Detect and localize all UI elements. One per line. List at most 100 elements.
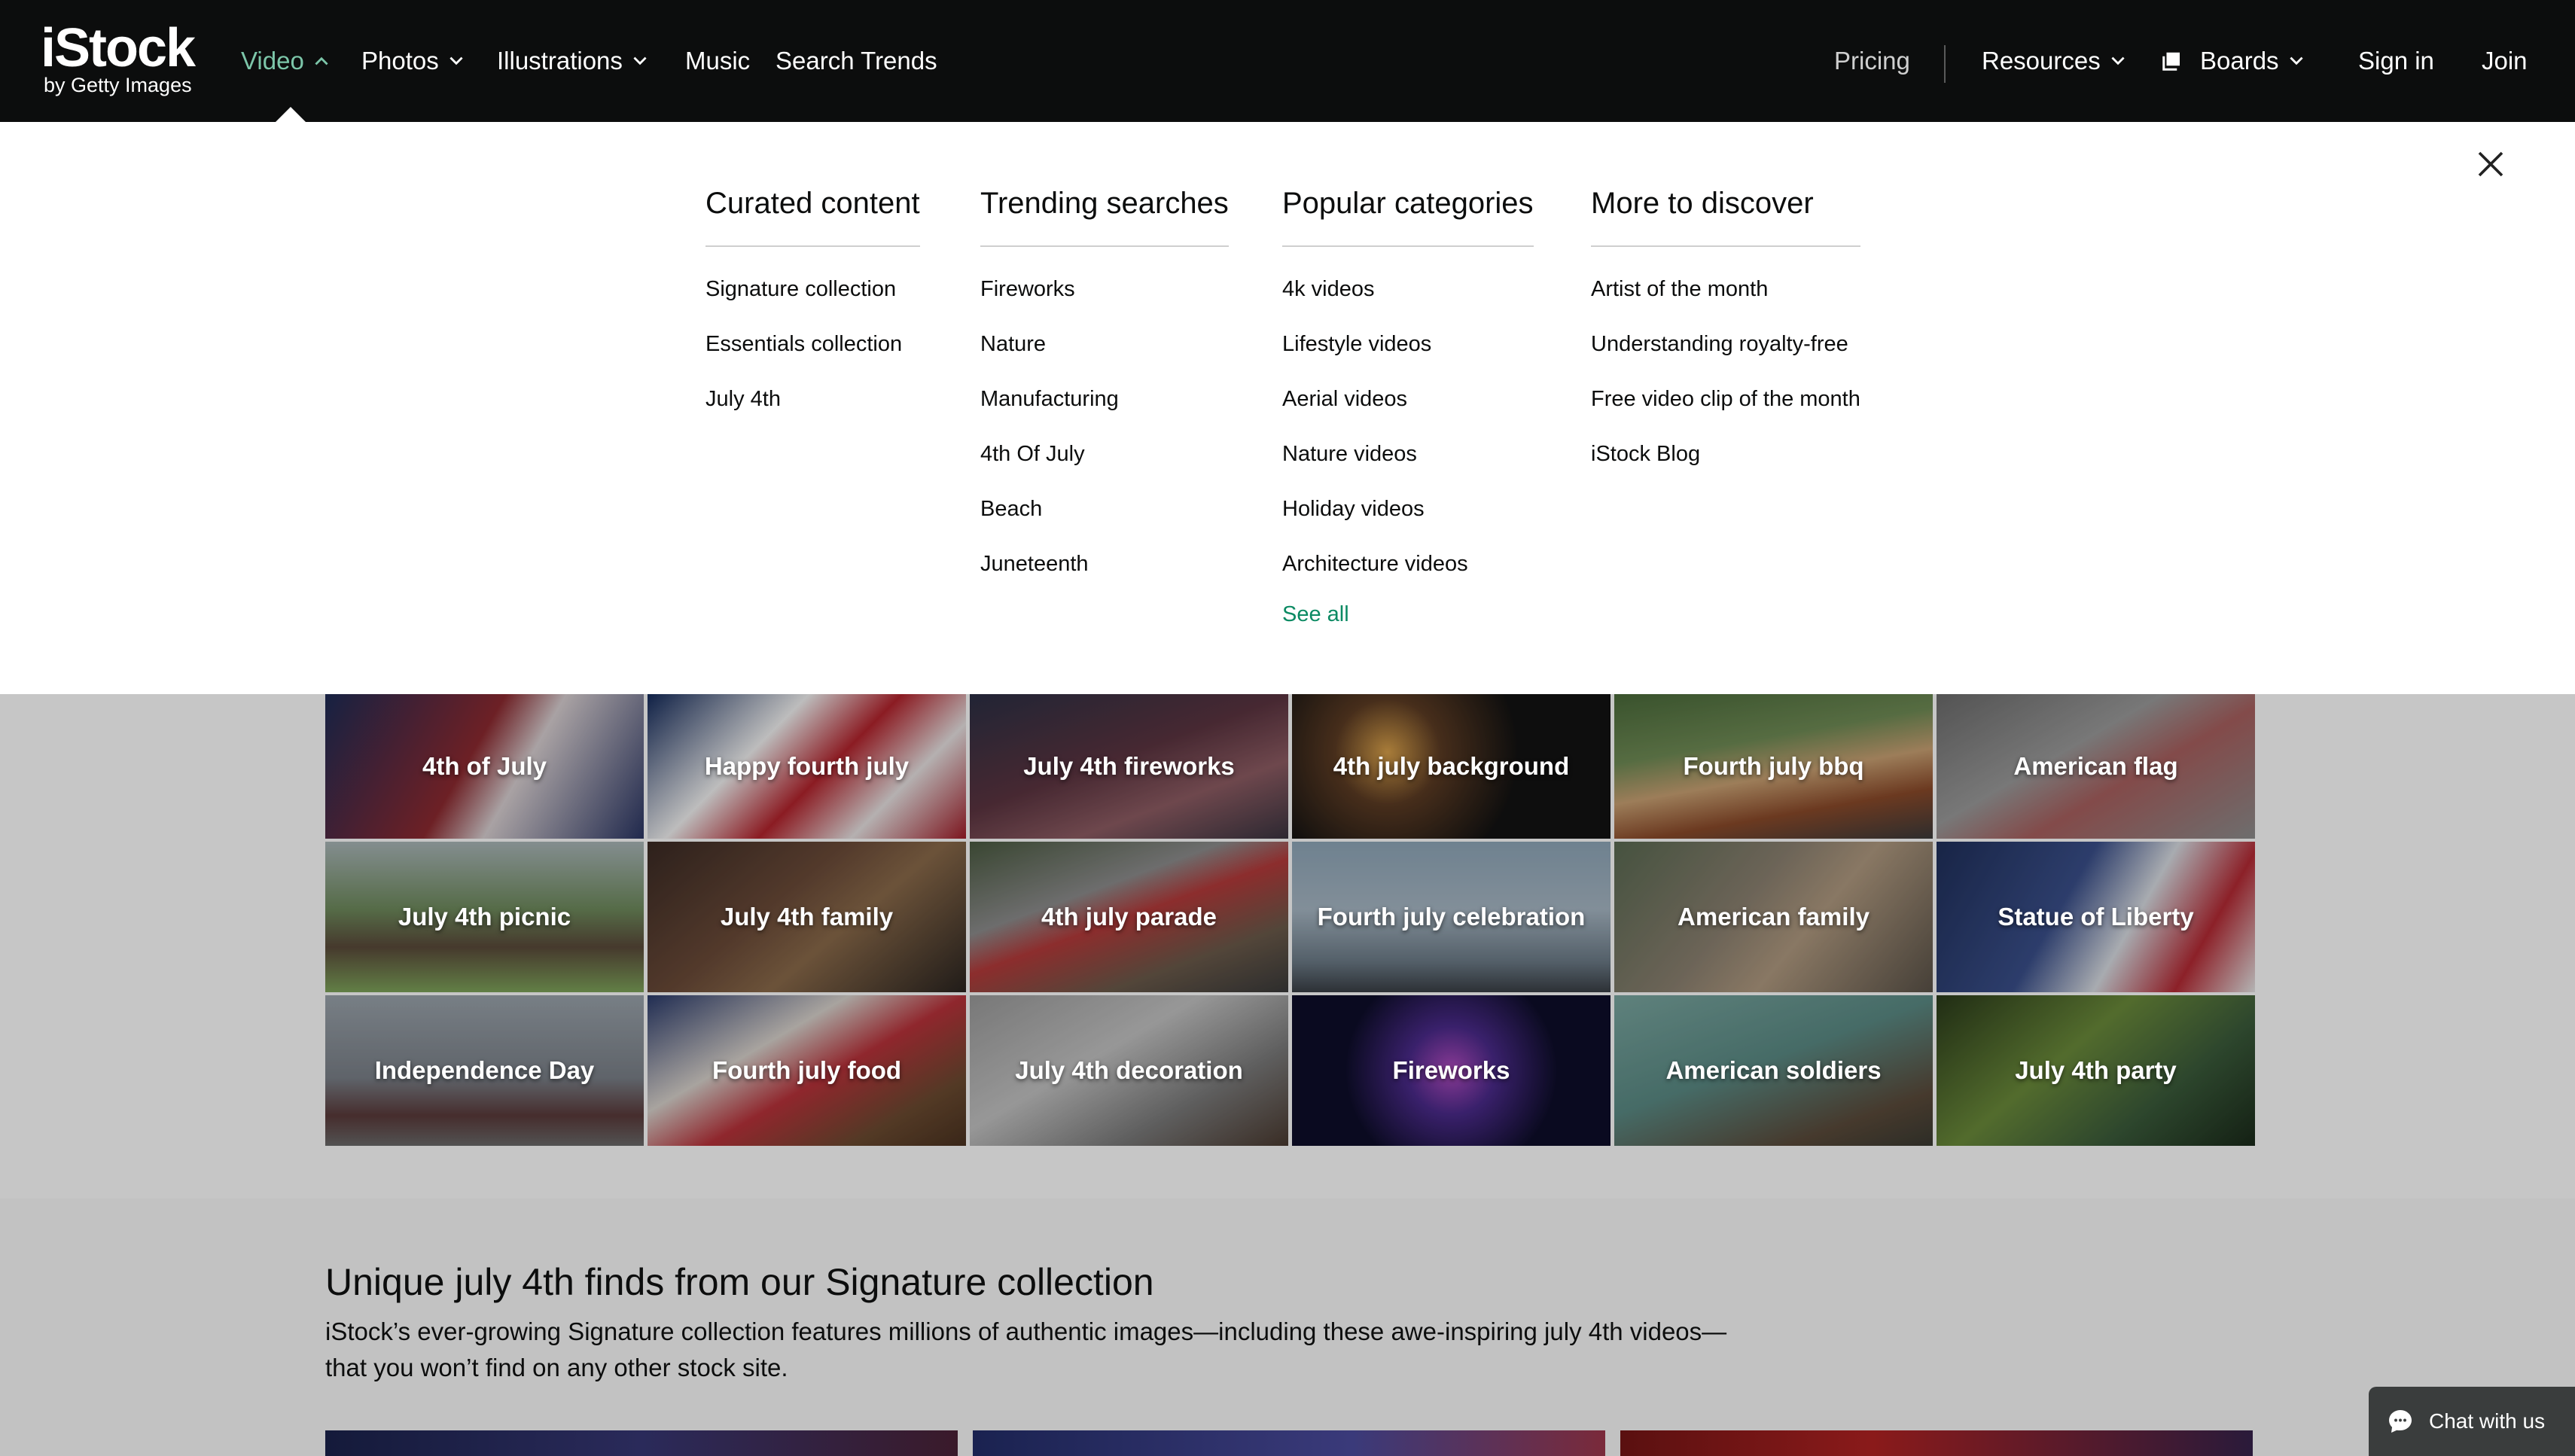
search-tile[interactable]: July 4th picnic <box>325 842 644 992</box>
tile-label: 4th july parade <box>1041 903 1217 931</box>
chat-label: Chat with us <box>2429 1409 2546 1433</box>
tile-label: Statue of Liberty <box>1998 903 2194 931</box>
search-tile[interactable]: Fourth july bbq <box>1614 694 1933 839</box>
see-all-link[interactable]: See all <box>1282 599 1534 644</box>
tile-label: Fourth july celebration <box>1317 903 1586 931</box>
menu-link[interactable]: Nature <box>980 329 1229 384</box>
tile-label: American flag <box>2013 752 2178 780</box>
menu-column-curated: Curated content Signature collection Ess… <box>705 179 920 439</box>
trending-tile-grid: 4th of July Happy fourth july July 4th f… <box>325 694 2255 1146</box>
search-tile[interactable]: Fourth july celebration <box>1292 842 1611 992</box>
search-tile[interactable]: American soldiers <box>1614 995 1933 1146</box>
nav-pricing-label: Pricing <box>1834 47 1910 75</box>
menu-link[interactable]: Nature videos <box>1282 439 1534 494</box>
logo-wordmark: iStock <box>41 18 196 78</box>
menu-link[interactable]: Aerial videos <box>1282 384 1534 439</box>
nav-illustrations[interactable]: Illustrations <box>497 44 650 78</box>
search-tile[interactable]: Fireworks <box>1292 995 1611 1146</box>
column-heading: Curated content <box>705 179 920 247</box>
tile-label: American soldiers <box>1665 1056 1882 1084</box>
search-tile[interactable]: Independence Day <box>325 995 644 1146</box>
menu-link[interactable]: Fireworks <box>980 274 1229 329</box>
search-tile[interactable]: 4th of July <box>325 694 644 839</box>
search-tile[interactable]: July 4th decoration <box>970 995 1288 1146</box>
tile-label: Happy fourth july <box>704 752 910 780</box>
nav-resources-label: Resources <box>1982 47 2101 75</box>
nav-resources[interactable]: Resources <box>1982 44 2128 78</box>
menu-link[interactable]: Artist of the month <box>1591 274 1860 329</box>
tile-label: Fireworks <box>1392 1056 1510 1084</box>
search-tile[interactable]: 4th july parade <box>970 842 1288 992</box>
menu-link[interactable]: Juneteenth <box>980 549 1229 604</box>
signature-section-description: iStock’s ever-growing Signature collecti… <box>325 1317 1727 1381</box>
menu-link[interactable]: iStock Blog <box>1591 439 1860 494</box>
chevron-down-icon <box>2289 56 2303 65</box>
menu-link[interactable]: Beach <box>980 494 1229 549</box>
chat-bubble-icon <box>2389 1410 2412 1433</box>
search-tile[interactable]: American flag <box>1937 694 2255 839</box>
menu-link[interactable]: Free video clip of the month <box>1591 384 1860 439</box>
search-tile[interactable]: July 4th party <box>1937 995 2255 1146</box>
signature-section-title: Unique july 4th finds from our Signature… <box>325 1261 1154 1303</box>
tile-label: July 4th family <box>720 903 894 931</box>
chevron-down-icon <box>449 56 463 65</box>
nav-pricing[interactable]: Pricing <box>1834 44 1910 78</box>
column-heading: Trending searches <box>980 179 1229 247</box>
column-heading: More to discover <box>1591 179 1860 247</box>
logo-subtitle: by Getty Images <box>44 74 192 96</box>
tile-label: Fourth july bbq <box>1683 752 1864 780</box>
chevron-down-icon <box>633 56 647 65</box>
signature-video-thumbnail[interactable] <box>325 1430 958 1456</box>
menu-column-discover: More to discover Artist of the month Und… <box>1591 179 1860 494</box>
close-icon[interactable] <box>2476 149 2506 179</box>
nav-boards[interactable]: Boards <box>2161 44 2306 78</box>
menu-link[interactable]: July 4th <box>705 384 920 439</box>
menu-link[interactable]: Signature collection <box>705 274 920 329</box>
chevron-up-icon <box>315 56 328 65</box>
nav-music[interactable]: Music <box>685 44 750 78</box>
nav-divider <box>1944 45 1946 83</box>
nav-search-trends-label: Search Trends <box>776 47 937 75</box>
chevron-down-icon <box>2111 56 2125 65</box>
search-tile[interactable]: 4th july background <box>1292 694 1611 839</box>
tile-label: 4th july background <box>1333 752 1570 780</box>
menu-link[interactable]: Architecture videos <box>1282 549 1534 604</box>
menu-link[interactable]: 4th Of July <box>980 439 1229 494</box>
tile-label: July 4th decoration <box>1015 1056 1243 1084</box>
menu-link[interactable]: Understanding royalty-free <box>1591 329 1860 384</box>
menu-link[interactable]: Lifestyle videos <box>1282 329 1534 384</box>
search-tile[interactable]: Happy fourth july <box>648 694 966 839</box>
column-heading: Popular categories <box>1282 179 1534 247</box>
nav-video[interactable]: Video <box>241 44 331 78</box>
nav-join-label: Join <box>2482 47 2528 75</box>
tile-label: American family <box>1678 903 1870 931</box>
tile-label: July 4th party <box>2015 1056 2177 1084</box>
chat-with-us-button[interactable]: Chat with us <box>2369 1387 2575 1456</box>
menu-link[interactable]: Essentials collection <box>705 329 920 384</box>
nav-photos[interactable]: Photos <box>361 44 466 78</box>
search-tile[interactable]: Fourth july food <box>648 995 966 1146</box>
nav-photos-label: Photos <box>361 47 439 75</box>
signature-video-thumbnail[interactable] <box>973 1430 1605 1456</box>
tile-label: Fourth july food <box>712 1056 902 1084</box>
search-tile[interactable]: American family <box>1614 842 1933 992</box>
tile-label: July 4th picnic <box>398 903 571 931</box>
tile-label: July 4th fireworks <box>1023 752 1235 780</box>
nav-video-label: Video <box>241 47 304 75</box>
menu-link[interactable]: Holiday videos <box>1282 494 1534 549</box>
nav-join[interactable]: Join <box>2482 44 2528 78</box>
menu-link[interactable]: Manufacturing <box>980 384 1229 439</box>
menu-column-trending: Trending searches Fireworks Nature Manuf… <box>980 179 1229 604</box>
nav-boards-label: Boards <box>2200 47 2279 75</box>
boards-icon <box>2162 52 2180 71</box>
search-tile[interactable]: Statue of Liberty <box>1937 842 2255 992</box>
nav-search-trends[interactable]: Search Trends <box>776 44 937 78</box>
menu-link[interactable]: 4k videos <box>1282 274 1534 329</box>
top-navigation-bar: iStock by Getty Images Video Photos Illu… <box>0 0 2575 122</box>
nav-music-label: Music <box>685 47 751 75</box>
signature-video-thumbnail[interactable] <box>1620 1430 2253 1456</box>
search-tile[interactable]: July 4th family <box>648 842 966 992</box>
istock-logo[interactable]: iStock by Getty Images <box>41 21 214 99</box>
nav-sign-in[interactable]: Sign in <box>2358 44 2434 78</box>
search-tile[interactable]: July 4th fireworks <box>970 694 1288 839</box>
